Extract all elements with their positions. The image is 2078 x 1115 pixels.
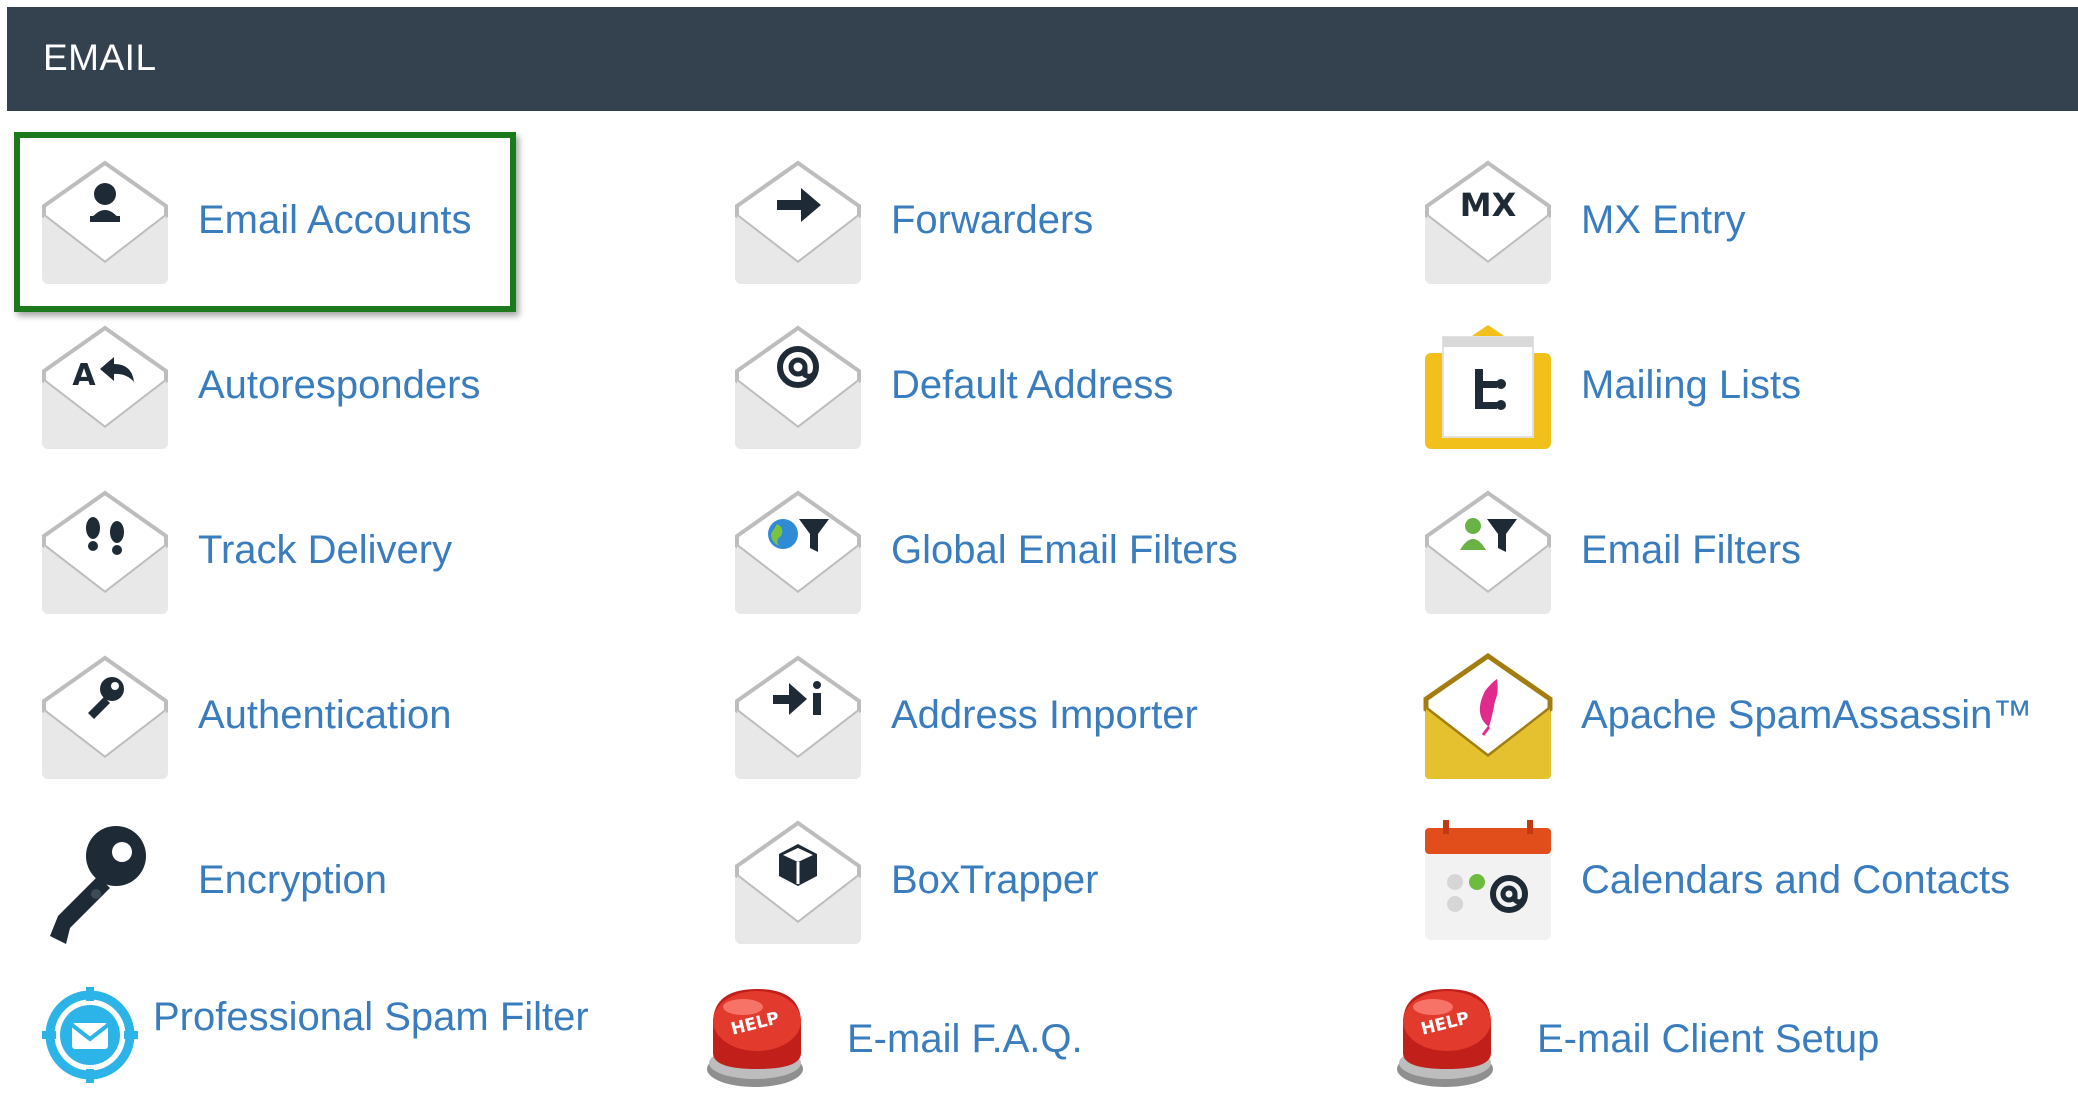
key-icon [40, 653, 170, 783]
tool-label: Authentication [198, 693, 452, 737]
svg-text:MX: MX [1460, 186, 1517, 224]
globe-filter-icon [733, 488, 863, 618]
tool-label: Apache SpamAssassin™ [1581, 693, 2033, 737]
mailing-list-icon [1423, 323, 1553, 453]
tool-label: Global Email Filters [891, 528, 1238, 572]
tool-label: Professional Spam Filter [153, 995, 589, 1039]
tool-label: Track Delivery [198, 528, 453, 572]
svg-text:A: A [72, 358, 96, 393]
at-sign-icon [733, 323, 863, 453]
tool-label: Encryption [198, 858, 387, 902]
tool-label: MX Entry [1581, 198, 1746, 242]
section-title: EMAIL [43, 37, 157, 78]
user-filter-icon [1423, 488, 1553, 618]
footprints-icon [40, 488, 170, 618]
tool-label: Default Address [891, 363, 1174, 407]
import-icon [733, 653, 863, 783]
email-section: EMAIL Email Accounts Forwarders MX MX En… [0, 0, 2078, 1098]
tool-label: Email Filters [1581, 528, 1802, 572]
tool-label: E-mail Client Setup [1537, 1017, 1880, 1061]
tool-label: Autoresponders [198, 363, 481, 407]
feather-icon [1423, 653, 1553, 783]
calendar-icon [1423, 818, 1553, 948]
user-icon [40, 158, 170, 288]
tool-label: Calendars and Contacts [1581, 858, 2011, 902]
help-button-icon: HELP [697, 983, 827, 1113]
box-icon [733, 818, 863, 948]
tool-label: BoxTrapper [891, 858, 1099, 902]
mx-icon: MX [1423, 158, 1553, 288]
tool-label: Address Importer [891, 693, 1198, 737]
key-icon [40, 818, 170, 948]
tool-label: E-mail F.A.Q. [847, 1017, 1083, 1061]
arrow-right-icon [733, 158, 863, 288]
spam-filter-icon [40, 985, 170, 1115]
section-header: EMAIL [7, 7, 2078, 111]
tool-label: Email Accounts [198, 198, 472, 242]
tool-label: Forwarders [891, 198, 1094, 242]
help-button-icon: HELP [1387, 983, 1517, 1113]
reply-icon: A [40, 323, 170, 453]
tool-label: Mailing Lists [1581, 363, 1802, 407]
